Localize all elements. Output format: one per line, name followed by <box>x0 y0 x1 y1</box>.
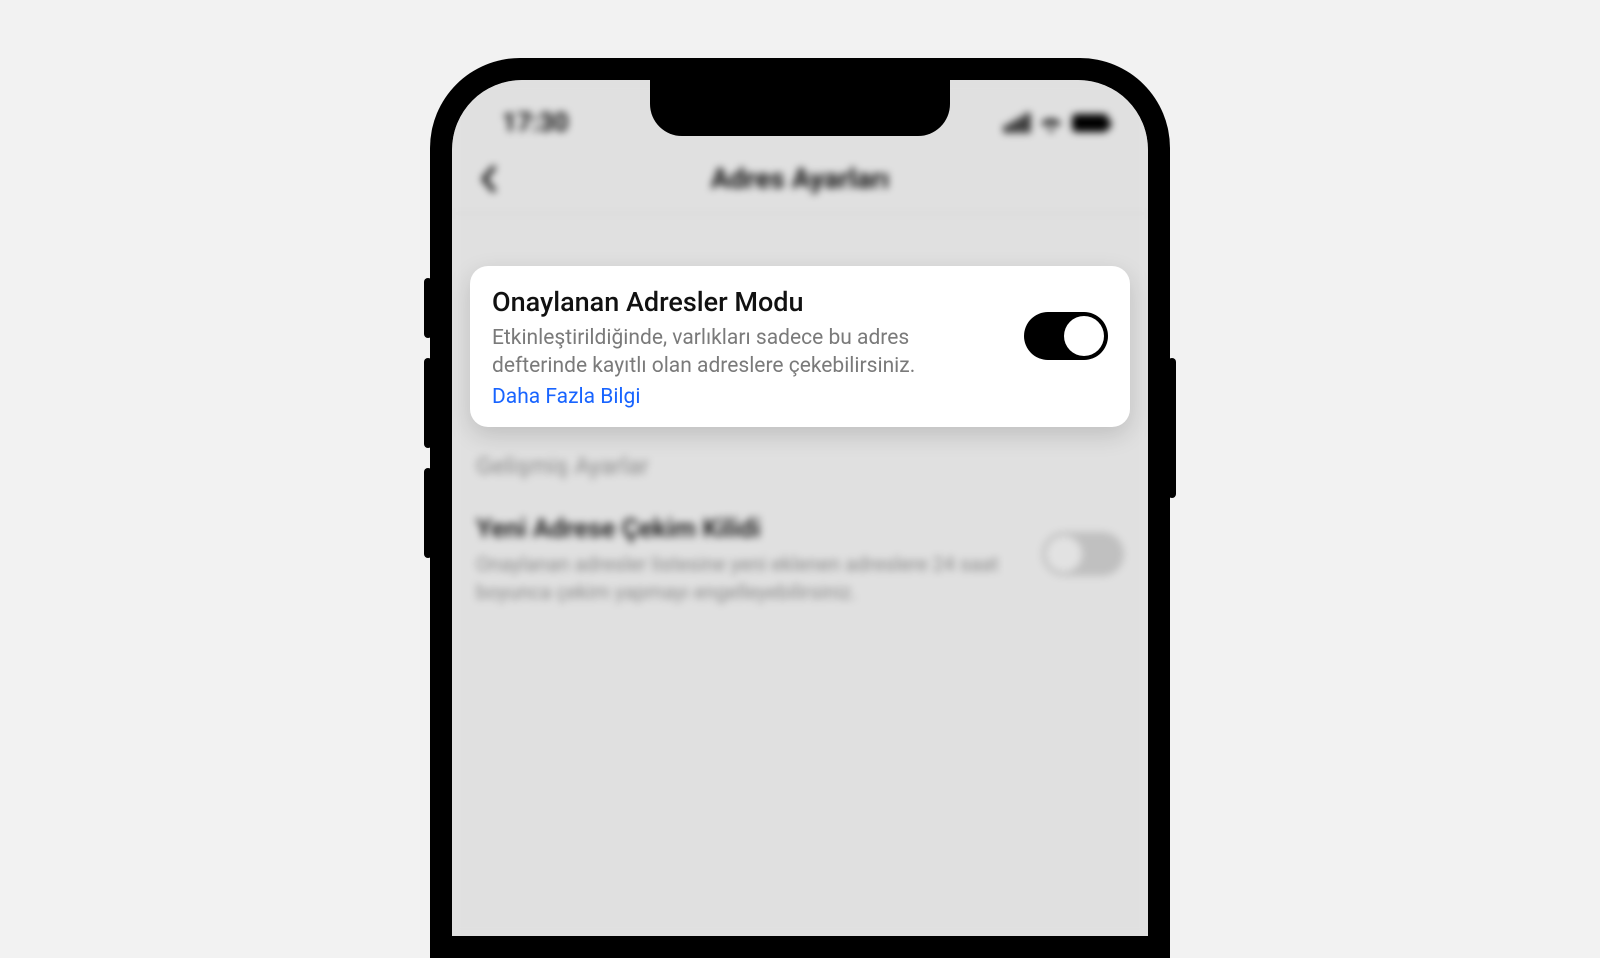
learn-more-link[interactable]: Daha Fazla Bilgi <box>492 385 640 409</box>
side-button <box>424 278 432 338</box>
page-title: Adres Ayarları <box>711 162 890 195</box>
blurred-background: 17:30 Adres Ayarlar <box>452 80 1148 936</box>
approved-addresses-card: Onaylanan Adresler Modu Etkinleştirildiğ… <box>470 266 1130 427</box>
status-icons <box>1004 113 1108 133</box>
app-canvas: 17:30 Adres Ayarlar <box>72 0 1528 820</box>
card-description: Etkinleştirildiğinde, varlıkları sadece … <box>492 324 1004 381</box>
chevron-left-icon <box>479 165 497 193</box>
phone-notch <box>650 80 950 136</box>
phone-frame: 17:30 Adres Ayarlar <box>430 58 1170 958</box>
phone-screen: 17:30 Adres Ayarlar <box>452 80 1148 936</box>
setting-description: Onaylanan adresler listesine yeni eklene… <box>476 550 1022 606</box>
side-button <box>424 468 432 558</box>
withdrawal-lock-toggle[interactable] <box>1042 532 1124 576</box>
approved-addresses-toggle[interactable] <box>1024 312 1108 360</box>
nav-header: Adres Ayarları <box>452 144 1148 214</box>
wifi-icon <box>1038 113 1064 133</box>
side-button <box>1168 358 1176 498</box>
setting-withdrawal-lock: Yeni Adrese Çekim Kilidi Onaylanan adres… <box>452 496 1148 630</box>
side-button <box>424 358 432 448</box>
card-title: Onaylanan Adresler Modu <box>492 286 1004 318</box>
back-button[interactable] <box>470 161 506 197</box>
battery-icon <box>1072 114 1108 132</box>
setting-title: Yeni Adrese Çekim Kilidi <box>476 514 1022 544</box>
cellular-signal-icon <box>1004 113 1030 133</box>
status-time: 17:30 <box>502 108 569 138</box>
